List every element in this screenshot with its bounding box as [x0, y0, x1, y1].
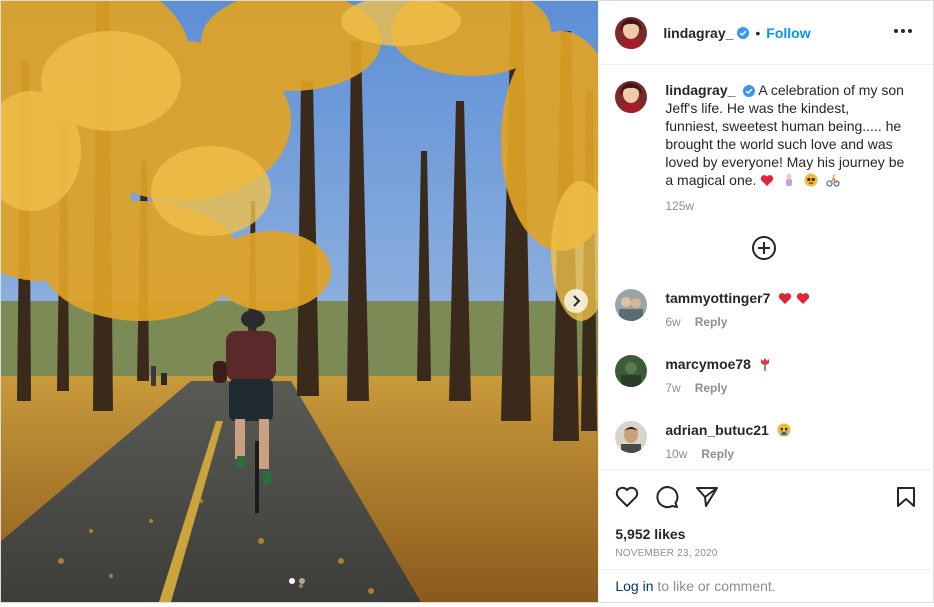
save-button[interactable] [894, 485, 918, 509]
caption-username[interactable]: lindagray_ [665, 82, 735, 98]
comment-username[interactable]: adrian_butuc21 [665, 422, 768, 438]
pleading-face-icon [804, 173, 818, 187]
plus-circle-icon [752, 236, 777, 260]
crying-face-icon [777, 423, 791, 437]
caption-author-avatar[interactable] [615, 81, 648, 113]
paper-plane-icon [696, 487, 719, 507]
login-link[interactable]: Log in [615, 578, 653, 594]
photo-carousel-dots [289, 578, 305, 584]
comment-item: tammyottinger7 6w Reply [615, 289, 915, 329]
bookmark-icon [897, 487, 916, 507]
separator-dot: • [755, 24, 761, 41]
post-date: NOVEMBER 23, 2020 [615, 548, 718, 559]
login-prompt: Log in to like or comment. [599, 569, 934, 602]
comment-age: 6w [665, 315, 681, 329]
login-prompt-text: to like or comment. [653, 578, 776, 594]
carousel-dot [299, 578, 305, 584]
author-avatar[interactable] [615, 16, 648, 49]
heart-outline-icon [616, 486, 639, 507]
comment-username[interactable]: marcymoe78 [665, 356, 751, 372]
verified-badge-icon [737, 26, 750, 39]
more-options-button[interactable] [893, 21, 913, 41]
person-in-bed-icon [786, 174, 793, 186]
autumn-path-cyclist-image [1, 1, 599, 602]
post-photo[interactable] [1, 1, 599, 602]
comment-age: 10w [665, 447, 688, 461]
commenter-avatar[interactable] [615, 289, 648, 321]
share-button[interactable] [695, 485, 719, 509]
follow-button[interactable]: Follow [766, 25, 810, 41]
like-count[interactable]: 5,952 likes [615, 526, 918, 542]
post-side-panel: lindagray_ • Follow lindagray_ A celebra… [598, 1, 934, 602]
commenter-avatar[interactable] [615, 421, 648, 453]
tulip-icon [760, 358, 769, 371]
reply-button[interactable]: Reply [701, 447, 734, 461]
post-caption: lindagray_ A celebration of my son Jeff'… [599, 65, 933, 215]
carousel-dot-active [289, 578, 295, 584]
red-heart-icon [761, 175, 774, 186]
verified-badge-icon [743, 85, 756, 97]
author-username[interactable]: lindagray_ [663, 25, 733, 41]
comment-item: adrian_butuc21 10w Reply [615, 421, 915, 461]
person-biking-icon [826, 173, 840, 187]
chevron-right-icon [573, 295, 581, 307]
post-header: lindagray_ • Follow [599, 1, 933, 65]
reply-button[interactable]: Reply [695, 315, 728, 329]
comment-username[interactable]: tammyottinger7 [665, 290, 770, 306]
comment-item: marcymoe78 7w Reply [615, 355, 915, 395]
post-modal: lindagray_ • Follow lindagray_ A celebra… [0, 0, 934, 603]
caption-emojis [760, 172, 840, 188]
more-dots-icon [894, 29, 912, 33]
comment-button[interactable] [655, 485, 679, 509]
red-heart-icon [779, 292, 792, 304]
next-photo-button[interactable] [564, 289, 588, 313]
commenter-avatar[interactable] [615, 355, 648, 387]
caption-age: 125w [665, 199, 695, 213]
like-button[interactable] [615, 485, 639, 509]
comment-age: 7w [665, 381, 681, 395]
red-heart-icon [797, 292, 810, 304]
reply-button[interactable]: Reply [695, 381, 728, 395]
post-actions: 5,952 likes NOVEMBER 23, 2020 [599, 469, 934, 559]
comment-bubble-icon [656, 486, 679, 509]
load-more-comments-button[interactable] [751, 235, 777, 261]
